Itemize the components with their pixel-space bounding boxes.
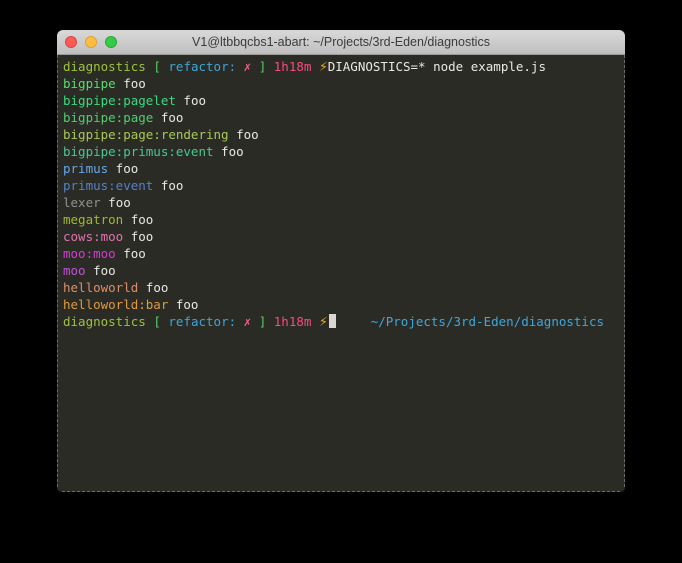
lightning-bolt-icon: ⚡ (319, 59, 328, 74)
text-segment: foo (101, 195, 131, 210)
traffic-lights (65, 30, 117, 54)
text-segment: [ (153, 314, 161, 329)
terminal-line: diagnostics [ refactor: ✗ ] 1h18m ⚡DIAGN… (63, 58, 624, 75)
text-segment (266, 59, 274, 74)
terminal-line: bigpipe:page:rendering foo (63, 126, 624, 143)
text-segment (311, 59, 319, 74)
text-segment: foo (176, 93, 206, 108)
text-segment (311, 314, 319, 329)
terminal-output: diagnostics [ refactor: ✗ ] 1h18m ⚡DIAGN… (58, 55, 624, 330)
window-title: V1@ltbbqcbs1-abart: ~/Projects/3rd-Eden/… (192, 35, 490, 49)
text-segment: bigpipe:primus:event (63, 144, 214, 159)
terminal-line: primus:event foo (63, 177, 624, 194)
text-segment (236, 314, 244, 329)
zoom-button[interactable] (105, 36, 117, 48)
text-segment: diagnostics (63, 314, 146, 329)
text-segment: diagnostics (63, 59, 146, 74)
terminal-line: bigpipe:pagelet foo (63, 92, 624, 109)
terminal-window: V1@ltbbqcbs1-abart: ~/Projects/3rd-Eden/… (57, 30, 625, 492)
terminal-line: cows:moo foo (63, 228, 624, 245)
text-segment: bigpipe (63, 76, 116, 91)
terminal-line: primus foo (63, 160, 624, 177)
text-segment: helloworld (63, 280, 138, 295)
text-segment: refactor: (168, 314, 236, 329)
text-segment: foo (123, 212, 153, 227)
terminal-line: bigpipe:page foo (63, 109, 624, 126)
minimize-button[interactable] (85, 36, 97, 48)
text-segment: refactor: (168, 59, 236, 74)
terminal-line: helloworld:bar foo (63, 296, 624, 313)
text-segment: primus (63, 161, 108, 176)
text-segment: primus:event (63, 178, 153, 193)
text-segment: 1h18m (274, 59, 312, 74)
terminal-line: bigpipe:primus:event foo (63, 143, 624, 160)
text-segment: moo (63, 263, 86, 278)
text-segment: helloworld:bar (63, 297, 168, 312)
text-segment: moo:moo (63, 246, 116, 261)
text-segment: foo (116, 246, 146, 261)
text-segment: bigpipe:page:rendering (63, 127, 229, 142)
text-segment: megatron (63, 212, 123, 227)
text-segment: foo (153, 178, 183, 193)
text-segment (236, 59, 244, 74)
text-segment (251, 314, 259, 329)
text-segment: foo (153, 110, 183, 125)
text-segment: foo (214, 144, 244, 159)
lightning-bolt-icon: ⚡ (319, 314, 328, 329)
text-segment: DIAGNOSTICS=* node example.js (328, 59, 546, 74)
terminal-screen[interactable]: diagnostics [ refactor: ✗ ] 1h18m ⚡DIAGN… (57, 55, 625, 492)
text-segment: lexer (63, 195, 101, 210)
text-segment (251, 59, 259, 74)
text-segment: foo (108, 161, 138, 176)
text-segment: bigpipe:page (63, 110, 153, 125)
right-prompt-path: ~/Projects/3rd-Eden/diagnostics (371, 313, 604, 330)
close-button[interactable] (65, 36, 77, 48)
text-segment: foo (168, 297, 198, 312)
window-titlebar[interactable]: V1@ltbbqcbs1-abart: ~/Projects/3rd-Eden/… (57, 30, 625, 55)
terminal-line: moo foo (63, 262, 624, 279)
terminal-cursor (329, 314, 336, 328)
terminal-line: helloworld foo (63, 279, 624, 296)
terminal-line: diagnostics [ refactor: ✗ ] 1h18m ⚡~/Pro… (63, 313, 624, 330)
terminal-line: megatron foo (63, 211, 624, 228)
text-segment: bigpipe:pagelet (63, 93, 176, 108)
text-segment (266, 314, 274, 329)
terminal-line: lexer foo (63, 194, 624, 211)
text-segment: cows:moo (63, 229, 123, 244)
text-segment: foo (138, 280, 168, 295)
text-segment: [ (153, 59, 161, 74)
terminal-line: moo:moo foo (63, 245, 624, 262)
text-segment: foo (123, 229, 153, 244)
text-segment: foo (229, 127, 259, 142)
text-segment: foo (86, 263, 116, 278)
text-segment: foo (116, 76, 146, 91)
text-segment: 1h18m (274, 314, 312, 329)
terminal-line: bigpipe foo (63, 75, 624, 92)
desktop-background: V1@ltbbqcbs1-abart: ~/Projects/3rd-Eden/… (0, 0, 682, 563)
